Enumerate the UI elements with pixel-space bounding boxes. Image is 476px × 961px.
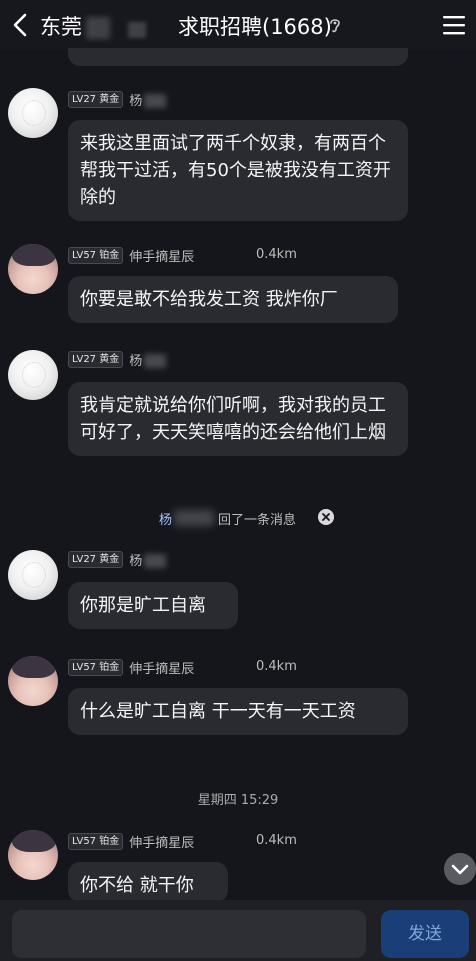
message-input[interactable] — [12, 910, 366, 958]
username[interactable]: 伸手摘星辰 — [129, 832, 194, 851]
level-badge: LV57 铂金 — [68, 832, 124, 850]
avatar[interactable] — [8, 830, 58, 880]
scroll-down-icon[interactable] — [444, 853, 476, 885]
username[interactable]: 杨 — [129, 550, 167, 569]
message-bubble[interactable]: 来我这里面试了两千个奴隶，有两百个帮我干过活，有50个是被我没有工资开除的 — [68, 120, 408, 221]
menu-icon[interactable] — [442, 14, 466, 36]
level-badge: LV27 黄金 — [68, 550, 124, 568]
avatar[interactable] — [8, 550, 58, 600]
level-badge: LV57 铂金 — [68, 246, 124, 264]
username[interactable]: 杨 — [129, 350, 167, 369]
recall-text: 回了一条消息 — [218, 513, 297, 528]
title-redaction — [86, 17, 110, 39]
avatar[interactable] — [8, 350, 58, 400]
previous-message-bubble — [68, 48, 408, 66]
back-icon[interactable] — [10, 10, 32, 40]
message-bubble[interactable]: 你不给 就干你 — [68, 862, 228, 902]
message-meta: LV27 黄金 杨 — [68, 550, 167, 569]
message-bubble[interactable]: 我肯定就说给你们听啊，我对我的员工可好了，天天笑嘻嘻的还会给他们上烟 — [68, 382, 408, 456]
message-bubble[interactable]: 你要是敢不给我发工资 我炸你厂 — [68, 276, 398, 323]
message-meta: LV27 黄金 杨 — [68, 90, 167, 109]
message-meta: LV57 铂金 伸手摘星辰 — [68, 246, 194, 265]
group-title: 求职招聘(1668) — [178, 15, 332, 39]
avatar[interactable] — [8, 244, 58, 294]
level-badge: LV27 黄金 — [68, 90, 124, 108]
name-redaction — [174, 510, 214, 526]
chat-timestamp: 星期四 15:29 — [197, 793, 279, 808]
distance-label: 0.4km — [256, 247, 297, 262]
message-meta: LV57 铂金 伸手摘星辰 — [68, 658, 194, 677]
message-bubble[interactable]: 你那是旷工自离 — [68, 582, 238, 629]
chat-header: 东莞 求职招聘(1668) — [0, 0, 476, 50]
message-meta: LV27 黄金 杨 — [68, 350, 167, 369]
username[interactable]: 杨 — [129, 90, 167, 109]
username[interactable]: 伸手摘星辰 — [129, 246, 194, 265]
close-icon[interactable] — [318, 509, 334, 525]
recall-notice: 杨 回了一条消息 — [0, 507, 476, 529]
message-bubble[interactable]: 什么是旷工自离 干一天有一天工资 — [68, 688, 408, 735]
distance-label: 0.4km — [256, 833, 297, 848]
avatar[interactable] — [8, 656, 58, 706]
distance-label: 0.4km — [256, 659, 297, 674]
recall-user-name[interactable]: 杨 — [159, 509, 172, 528]
send-button[interactable]: 发送 — [381, 910, 469, 958]
message-meta: LV57 铂金 伸手摘星辰 — [68, 832, 194, 851]
level-badge: LV57 铂金 — [68, 658, 124, 676]
ear-icon[interactable] — [328, 16, 342, 34]
title-redaction — [128, 22, 146, 38]
group-title-prefix: 东莞 — [40, 15, 82, 39]
username[interactable]: 伸手摘星辰 — [129, 658, 194, 677]
level-badge: LV27 黄金 — [68, 350, 124, 368]
avatar[interactable] — [8, 88, 58, 138]
